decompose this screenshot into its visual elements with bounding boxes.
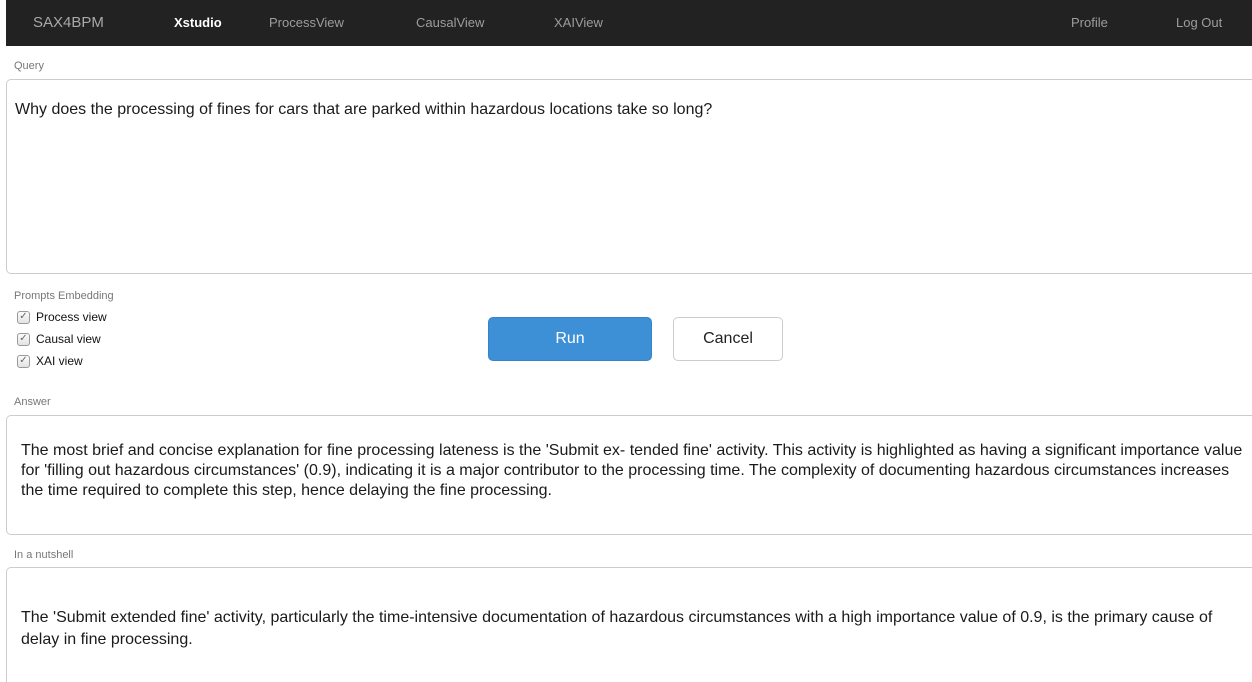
checkbox-checked-icon[interactable]: ✓ (17, 354, 30, 368)
query-text: Why does the processing of fines for car… (15, 101, 713, 118)
checkbox-causal-view[interactable]: ✓ Causal view (17, 331, 101, 347)
nav-item-causalview[interactable]: CausalView (416, 0, 484, 46)
checkbox-checked-icon[interactable]: ✓ (17, 310, 30, 324)
checkbox-process-view[interactable]: ✓ Process view (17, 309, 107, 325)
nutshell-panel: The 'Submit extended fine' activity, par… (6, 567, 1252, 682)
answer-text: The most brief and concise explanation f… (21, 442, 1243, 499)
checkbox-label: Process view (36, 310, 107, 324)
cancel-button[interactable]: Cancel (673, 317, 783, 361)
answer-label: Answer (14, 396, 51, 408)
top-navbar: SAX4BPM Xstudio ProcessView CausalView X… (6, 0, 1252, 46)
checkbox-label: Causal view (36, 332, 101, 346)
checkbox-label: XAI view (36, 354, 83, 368)
nav-item-xaiview[interactable]: XAIView (554, 0, 603, 46)
nutshell-text: The 'Submit extended fine' activity, par… (21, 609, 1213, 648)
query-textarea[interactable]: Why does the processing of fines for car… (6, 79, 1252, 274)
run-button[interactable]: Run (488, 317, 652, 361)
brand-link[interactable]: SAX4BPM (33, 0, 104, 46)
nav-item-profile[interactable]: Profile (1071, 0, 1108, 46)
nav-item-logout[interactable]: Log Out (1176, 0, 1222, 46)
checkbox-xai-view[interactable]: ✓ XAI view (17, 353, 83, 369)
answer-panel: The most brief and concise explanation f… (6, 415, 1252, 535)
nav-item-xstudio[interactable]: Xstudio (174, 0, 222, 46)
checkbox-checked-icon[interactable]: ✓ (17, 332, 30, 346)
query-label: Query (14, 60, 44, 72)
nav-item-processview[interactable]: ProcessView (269, 0, 344, 46)
prompts-embedding-label: Prompts Embedding (14, 290, 114, 302)
nutshell-label: In a nutshell (14, 549, 74, 561)
